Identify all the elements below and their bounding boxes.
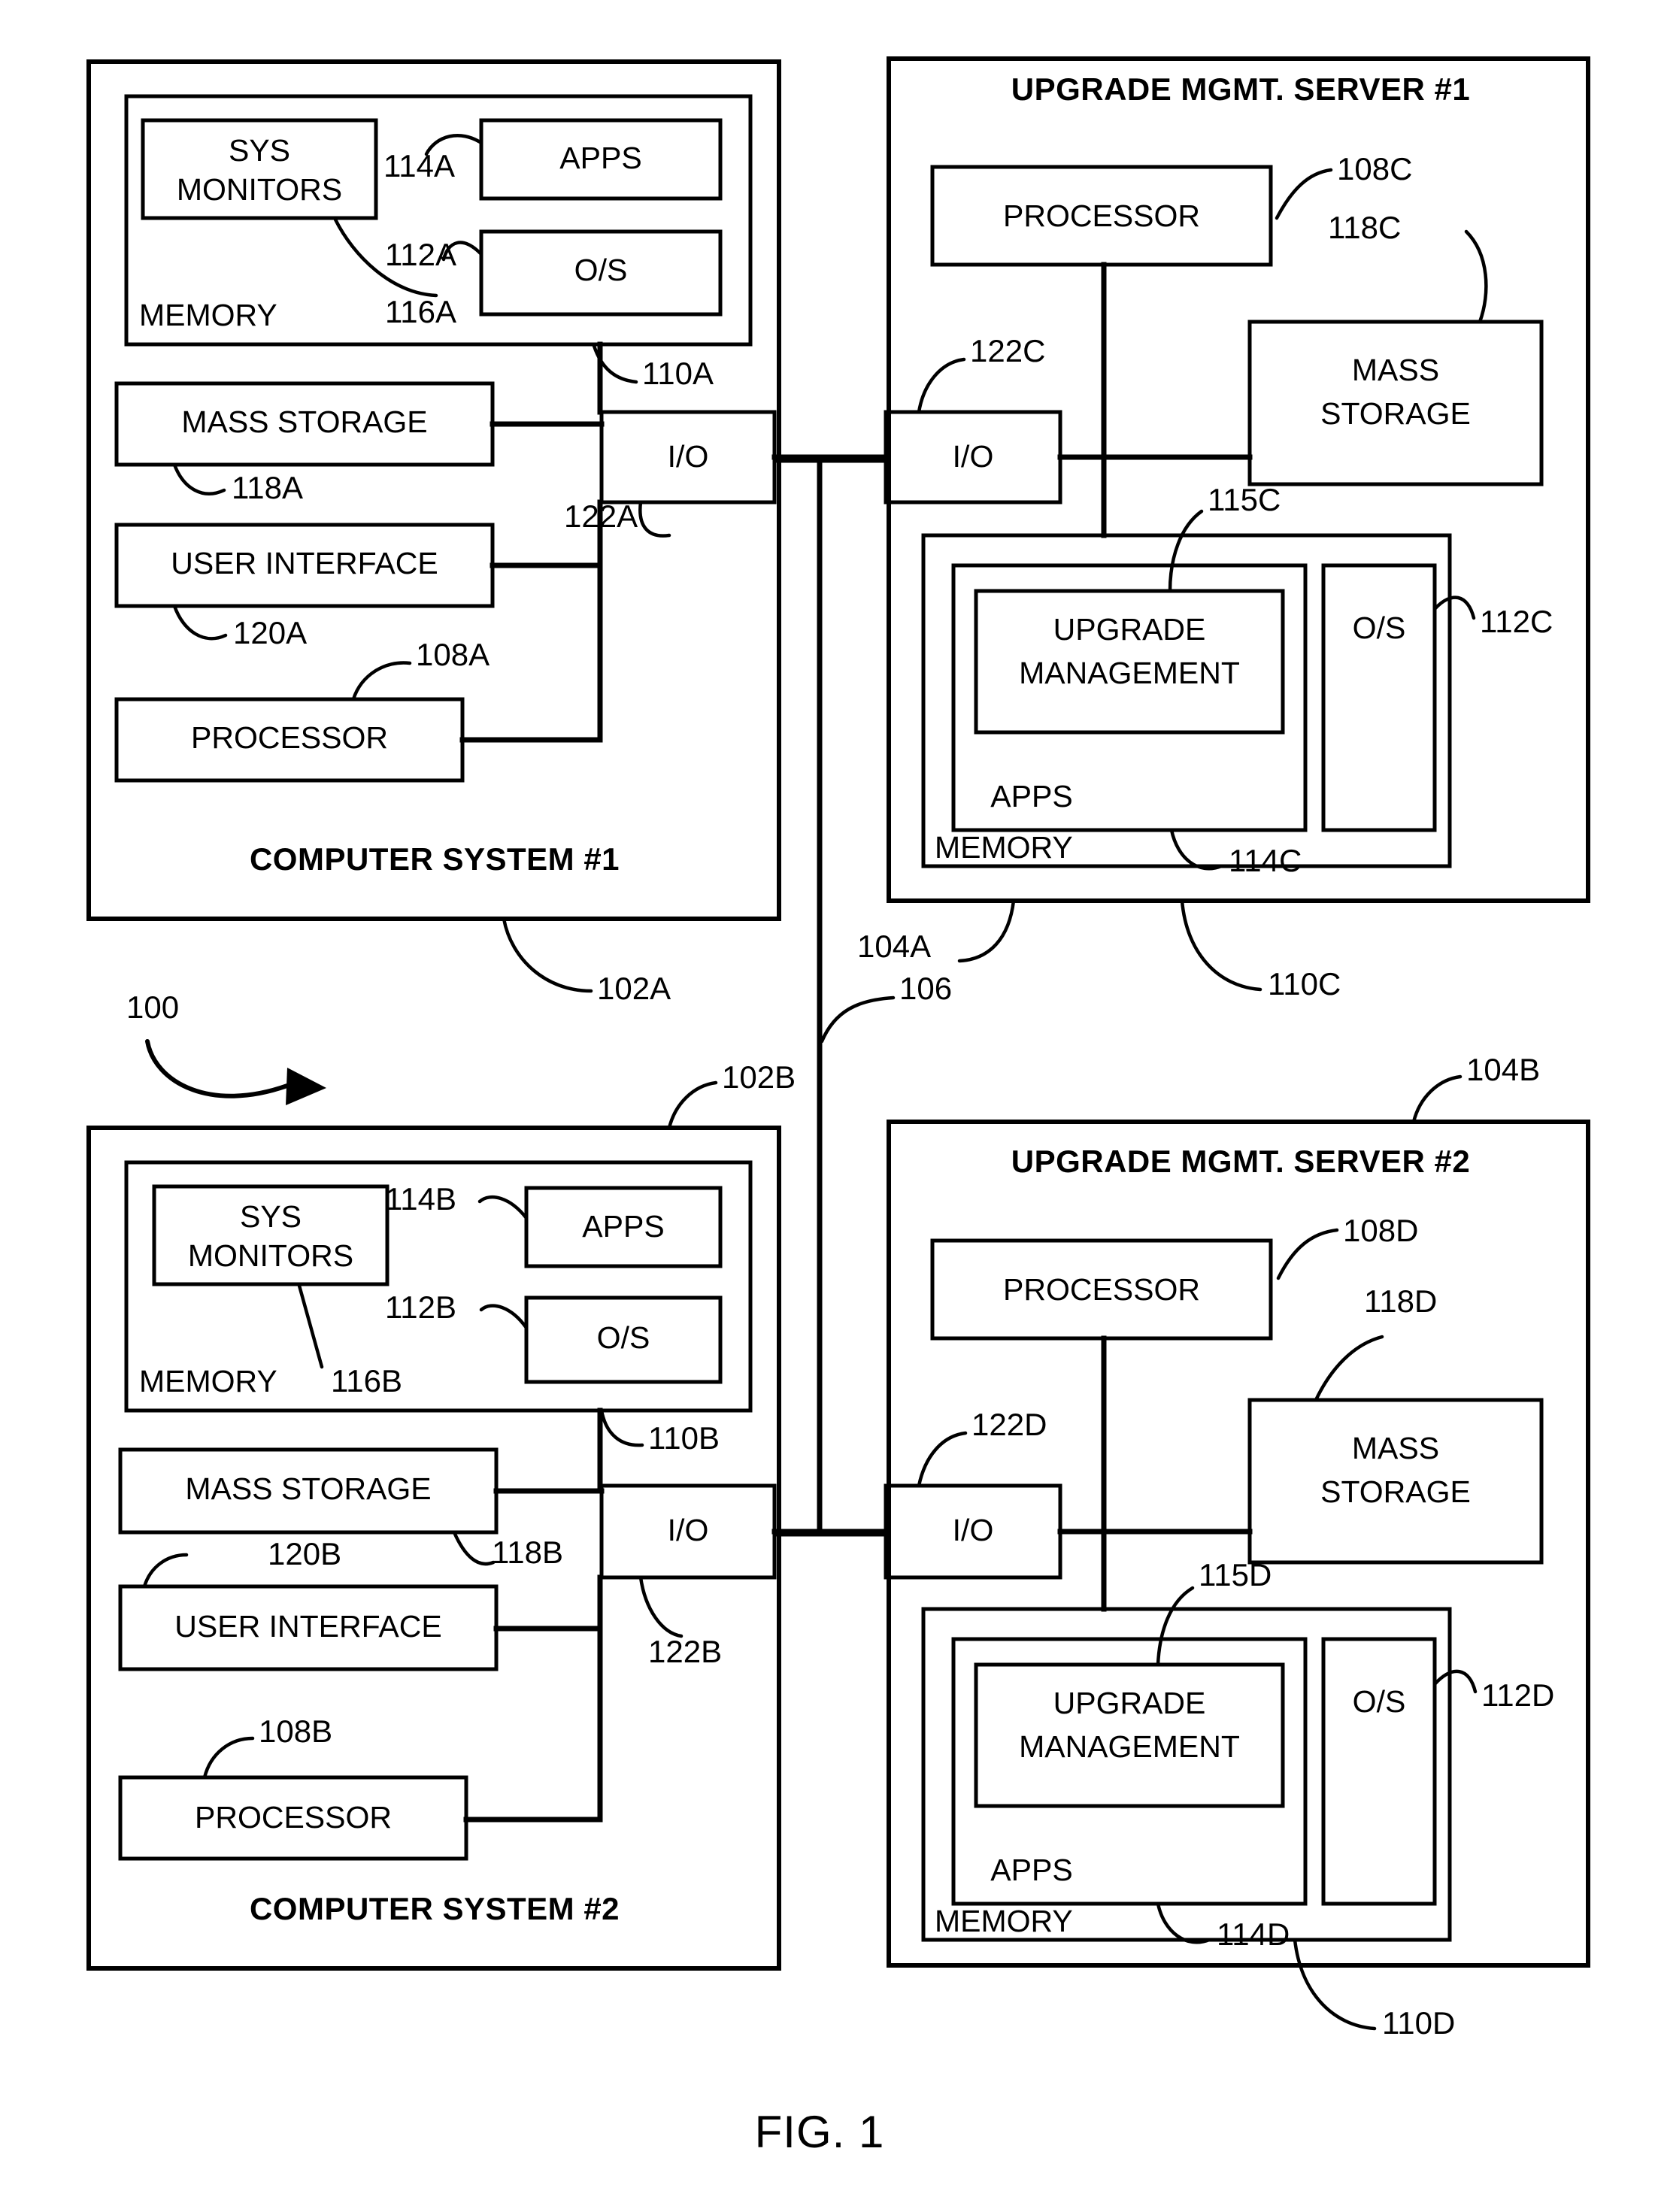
srv2-apps-ref: 114D: [1217, 1917, 1290, 1952]
srv1-processor-label: PROCESSOR: [1003, 198, 1200, 233]
srv1-os-label: O/S: [1353, 611, 1406, 645]
srv2-processor-label: PROCESSOR: [1003, 1272, 1200, 1307]
cs1-os-label: O/S: [574, 253, 628, 287]
cs2-io-ref: 122B: [648, 1634, 722, 1669]
srv1-apps-label: APPS: [990, 779, 1072, 814]
cs1-mass-storage-label: MASS STORAGE: [181, 405, 427, 439]
cs2-sys-monitors-ref: 116B: [331, 1363, 402, 1398]
srv2-mass-storage-ref: 118D: [1364, 1283, 1437, 1319]
cs2-user-interface-label: USER INTERFACE: [174, 1609, 441, 1644]
srv1-memory-ref: 110C: [1268, 966, 1341, 1001]
cs1-user-interface-label: USER INTERFACE: [171, 546, 438, 580]
srv2-io-label: I/O: [953, 1513, 994, 1547]
cs1-processor-ref: 108A: [416, 637, 490, 672]
cs2-mass-storage-label: MASS STORAGE: [185, 1471, 431, 1506]
cs1-processor-label: PROCESSOR: [191, 720, 388, 755]
cs1-io-label: I/O: [668, 439, 709, 474]
cs1-apps-ref: 114A: [383, 148, 455, 183]
network-ref-label: 106: [899, 971, 952, 1006]
cs1-memory-label: MEMORY: [139, 298, 277, 332]
patent-figure-1: 106 MEMORY SYS MONITORS APPS O/S 114A 11…: [0, 0, 1655, 2212]
cs2-apps-ref: 114B: [385, 1181, 456, 1217]
srv2-upgrade-management-ref: 115D: [1199, 1557, 1272, 1592]
cs2-os-ref: 112B: [385, 1289, 456, 1325]
srv2-os-label: O/S: [1353, 1684, 1406, 1719]
srv2-upgrade-management-line1: UPGRADE: [1053, 1686, 1206, 1720]
cs1-sys-monitors-line2: MONITORS: [177, 172, 342, 207]
cs2-io-label: I/O: [668, 1513, 709, 1547]
cs2-user-interface-ref: 120B: [268, 1536, 341, 1571]
system-100-ref: 100: [126, 989, 179, 1025]
srv2-os-ref: 112D: [1481, 1677, 1554, 1713]
cs1-mass-storage-ref: 118A: [232, 470, 303, 505]
srv1-upgrade-management-line1: UPGRADE: [1053, 612, 1206, 647]
cs1-sys-monitors-ref: 116A: [385, 294, 456, 329]
computer-system-1-ref: 102A: [597, 971, 671, 1006]
srv2-mass-storage-line1: MASS: [1352, 1431, 1439, 1465]
server-2-title: UPGRADE MGMT. SERVER #2: [1011, 1144, 1471, 1179]
srv1-mass-storage-line2: STORAGE: [1320, 396, 1471, 431]
srv1-memory-label: MEMORY: [935, 830, 1073, 865]
srv1-processor-ref: 108C: [1337, 151, 1412, 186]
cs1-os-ref: 112A: [385, 237, 456, 272]
cs2-processor-ref: 108B: [259, 1714, 332, 1749]
cs2-memory-label: MEMORY: [139, 1364, 277, 1398]
cs2-os-label: O/S: [597, 1320, 650, 1355]
cs2-apps-label: APPS: [582, 1209, 664, 1244]
srv1-mass-storage-line1: MASS: [1352, 353, 1439, 387]
cs2-sys-monitors-line1: SYS: [240, 1199, 302, 1234]
srv2-apps-label: APPS: [990, 1853, 1072, 1887]
computer-system-2-ref: 102B: [722, 1059, 796, 1095]
srv1-upgrade-management-line2: MANAGEMENT: [1019, 656, 1240, 690]
cs2-processor-label: PROCESSOR: [195, 1800, 392, 1835]
srv1-upgrade-management-ref: 115C: [1208, 482, 1281, 517]
server-1-ref: 104A: [857, 929, 931, 964]
srv2-memory-label: MEMORY: [935, 1904, 1073, 1938]
srv1-mass-storage-ref: 118C: [1328, 210, 1401, 245]
cs2-memory-ref: 110B: [648, 1420, 720, 1456]
srv2-mass-storage-line2: STORAGE: [1320, 1474, 1471, 1509]
srv2-upgrade-management-line2: MANAGEMENT: [1019, 1729, 1240, 1764]
cs1-user-interface-ref: 120A: [233, 615, 307, 650]
srv2-io-ref: 122D: [971, 1407, 1047, 1442]
srv2-processor-ref: 108D: [1343, 1213, 1418, 1248]
server-1-title: UPGRADE MGMT. SERVER #1: [1011, 71, 1471, 107]
srv1-apps-ref: 114C: [1229, 843, 1302, 878]
srv1-os-ref: 112C: [1480, 604, 1553, 639]
server-2-ref: 104B: [1466, 1052, 1540, 1087]
cs1-sys-monitors-line1: SYS: [229, 133, 290, 168]
computer-system-2-title: COMPUTER SYSTEM #2: [250, 1891, 620, 1926]
cs2-sys-monitors-line2: MONITORS: [188, 1238, 353, 1273]
cs1-memory-ref: 110A: [642, 356, 714, 391]
cs2-mass-storage-ref: 118B: [492, 1535, 563, 1570]
srv1-io-label: I/O: [953, 439, 994, 474]
cs1-apps-label: APPS: [559, 141, 641, 175]
figure-caption: FIG. 1: [755, 2107, 885, 2157]
srv1-io-ref: 122C: [970, 333, 1045, 368]
srv2-memory-ref: 110D: [1382, 2005, 1455, 2041]
computer-system-1-title: COMPUTER SYSTEM #1: [250, 841, 620, 877]
